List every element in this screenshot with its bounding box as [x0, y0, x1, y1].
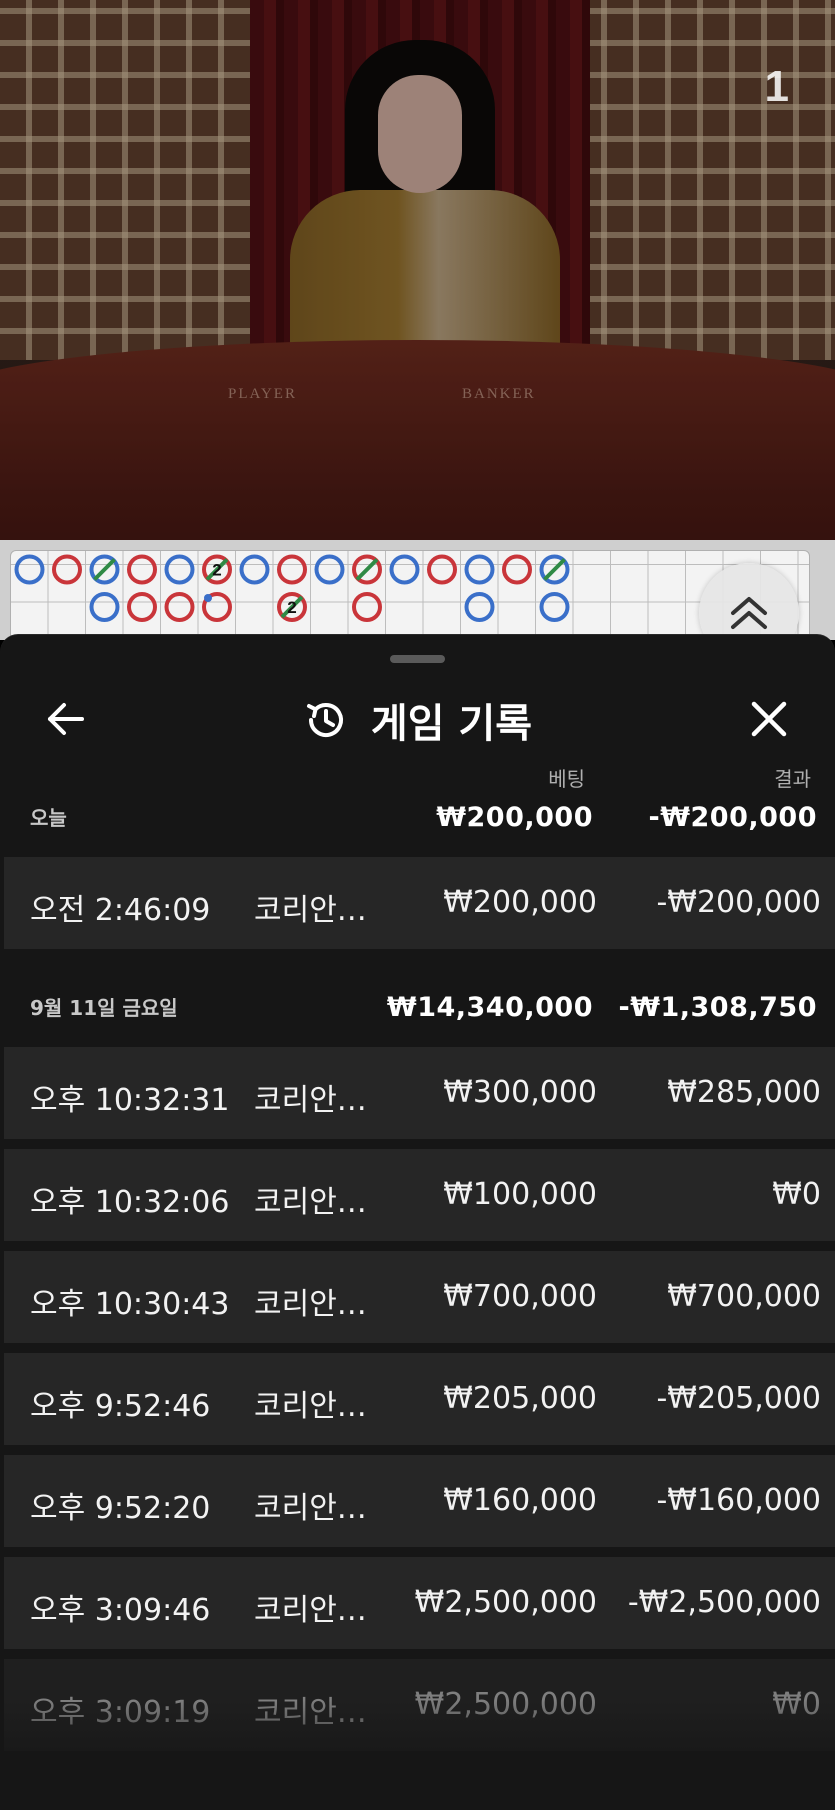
row-bet: ₩205,000 — [443, 1381, 597, 1416]
double-chevron-up-icon — [731, 597, 767, 629]
row-game: 코리안… — [254, 1593, 367, 1628]
arrow-left-icon — [48, 703, 84, 735]
row-bet: ₩300,000 — [443, 1075, 597, 1110]
tie-slash — [543, 558, 566, 581]
row-result: ₩0 — [772, 1177, 821, 1212]
row-game: 코리안… — [254, 1185, 367, 1220]
row-bet: ₩2,500,000 — [414, 1585, 597, 1620]
row-result: -₩205,000 — [656, 1381, 821, 1416]
sheet-title: 게임 기록 — [370, 701, 533, 747]
row-bet: ₩700,000 — [443, 1279, 597, 1314]
row-bet: ₩2,500,000 — [414, 1687, 597, 1722]
live-dealer-video: PLAYER BANKER 1 — [0, 0, 835, 540]
group-date: 오늘 — [30, 806, 67, 830]
banker-bead — [127, 554, 157, 585]
player-bead — [389, 554, 420, 585]
row-game: 코리안… — [254, 1083, 367, 1118]
row-game: 코리안… — [254, 1695, 367, 1730]
row-bet: ₩200,000 — [443, 885, 597, 920]
row-time: 오후 3:09:46 — [30, 1593, 211, 1628]
player-bead — [239, 554, 270, 585]
row-result: ₩0 — [772, 1687, 821, 1722]
history-row[interactable]: 오후 10:32:31 코리안… ₩300,000 ₩285,000 — [4, 1047, 835, 1139]
tie-count: 2 — [212, 561, 221, 580]
history-row[interactable]: 오후 9:52:46 코리안… ₩205,000 -₩205,000 — [4, 1353, 835, 1445]
close-button[interactable] — [737, 687, 801, 751]
column-headers: 베팅 결과 — [0, 763, 835, 793]
player-bead — [464, 592, 495, 622]
game-history-sheet: 게임 기록 베팅 결과 오늘 ₩200,000 -₩200,000 오전 2:4… — [0, 634, 835, 1810]
date-group-header: 9월 11일 금요일 ₩14,340,000 -₩1,308,750 — [0, 985, 835, 1035]
close-icon — [751, 701, 787, 737]
history-row[interactable]: 오전 2:46:09 코리안… ₩200,000 -₩200,000 — [4, 857, 835, 949]
banker-bead — [127, 592, 157, 622]
tie-slash — [355, 558, 379, 581]
column-header-result: 결과 — [774, 767, 811, 791]
player-bead — [314, 554, 345, 585]
banker-bead — [277, 554, 307, 585]
tie-slash — [93, 558, 116, 581]
row-bet: ₩100,000 — [443, 1177, 597, 1212]
row-result: -₩160,000 — [656, 1483, 821, 1518]
bead-road-marks: 22 — [14, 554, 570, 622]
banker-bead — [352, 592, 382, 622]
sheet-header: 게임 기록 — [0, 675, 835, 765]
row-time: 오전 2:46:09 — [30, 893, 211, 928]
column-header-bet: 베팅 — [548, 767, 585, 791]
player-bead — [164, 554, 195, 585]
back-button[interactable] — [34, 687, 98, 751]
row-time: 오후 9:52:20 — [30, 1491, 211, 1526]
date-group-header: 오늘 ₩200,000 -₩200,000 — [0, 795, 835, 845]
row-result: ₩700,000 — [667, 1279, 821, 1314]
row-time: 오후 10:30:43 — [30, 1287, 230, 1322]
group-bet-total: ₩14,340,000 — [386, 992, 593, 1023]
row-game: 코리안… — [254, 1287, 367, 1322]
history-row[interactable]: 오후 10:32:06 코리안… ₩100,000 ₩0 — [4, 1149, 835, 1241]
history-row[interactable]: 오후 9:52:20 코리안… ₩160,000 -₩160,000 — [4, 1455, 835, 1547]
banker-bead — [164, 592, 195, 622]
tie-count: 2 — [287, 598, 296, 617]
group-result-total: -₩1,308,750 — [618, 992, 817, 1023]
history-row[interactable]: 오후 3:09:19 코리안… ₩2,500,000 ₩0 — [4, 1659, 835, 1751]
row-result: -₩2,500,000 — [627, 1585, 821, 1620]
row-time: 오후 10:32:06 — [30, 1185, 230, 1220]
history-row[interactable]: 오후 10:30:43 코리안… ₩700,000 ₩700,000 — [4, 1251, 835, 1343]
round-number: 1 — [764, 62, 789, 111]
row-game: 코리안… — [254, 1491, 367, 1526]
player-bead — [14, 554, 45, 585]
sheet-drag-handle[interactable] — [390, 655, 445, 663]
group-bet-total: ₩200,000 — [436, 802, 593, 833]
row-game: 코리안… — [254, 1389, 367, 1424]
title-group: 게임 기록 — [0, 675, 835, 765]
banker-bead — [502, 554, 532, 585]
bead-road-grid: 22 — [10, 550, 810, 640]
row-time: 오후 10:32:31 — [30, 1083, 230, 1118]
row-result: ₩285,000 — [667, 1075, 821, 1110]
player-bead — [464, 554, 495, 585]
row-bet: ₩160,000 — [443, 1483, 597, 1518]
row-result: -₩200,000 — [656, 885, 821, 920]
video-dim-overlay — [0, 0, 835, 540]
pair-dot — [204, 594, 212, 602]
player-bead — [89, 592, 120, 622]
history-icon — [306, 703, 343, 737]
row-time: 오후 9:52:46 — [30, 1389, 211, 1424]
group-date: 9월 11일 금요일 — [30, 996, 178, 1020]
history-row[interactable]: 오후 3:09:46 코리안… ₩2,500,000 -₩2,500,000 — [4, 1557, 835, 1649]
banker-bead — [427, 554, 457, 585]
banker-bead — [52, 554, 82, 585]
group-result-total: -₩200,000 — [648, 802, 817, 833]
row-time: 오후 3:09:19 — [30, 1695, 211, 1730]
player-bead — [539, 592, 570, 622]
row-game: 코리안… — [254, 893, 367, 928]
